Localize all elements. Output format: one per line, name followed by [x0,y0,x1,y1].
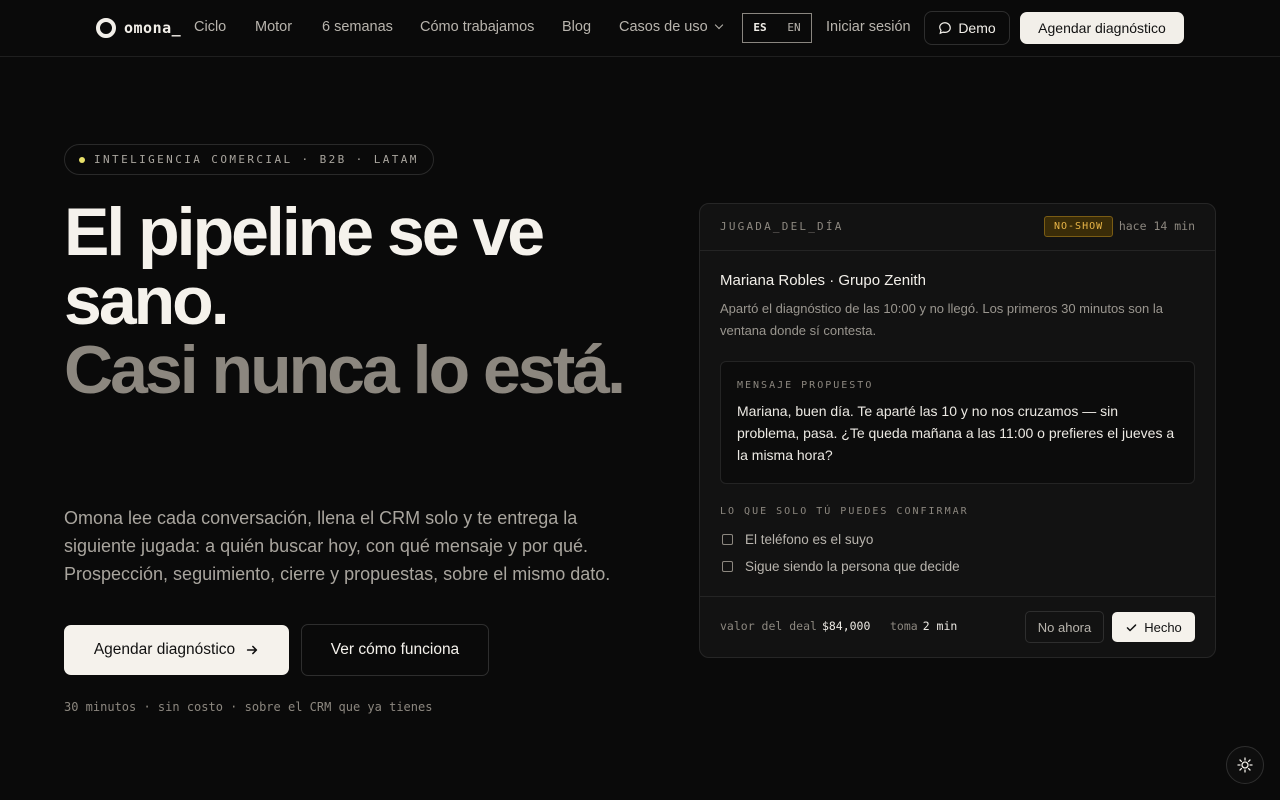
arrow-right-icon [246,645,258,655]
hero-footnote: 30 minutos · sin costo · sobre el CRM qu… [64,700,433,714]
time-estimate-value: 2 min [922,619,958,633]
lead-name: Mariana Robles · Grupo Zenith [720,272,926,289]
message-text: Mariana, buen día. Te aparté las 10 y no… [737,403,1175,463]
card-title: JUGADA_DEL_DÍA [720,220,844,233]
checkbox-icon[interactable] [722,534,733,545]
hecho-button[interactable]: Hecho [1112,612,1195,642]
chat-bubble-icon [939,22,952,35]
time-estimate: toma 2 min [890,619,957,633]
hero-eyebrow-pill: INTELIGENCIA COMERCIAL · B2B · LATAM [64,144,434,175]
language-switcher: ES EN [742,13,812,43]
checkbox-icon[interactable] [722,561,733,572]
hero-lead: Omona lee cada conversación, llena el CR… [64,508,611,584]
timestamp: hace 14 min [1118,219,1195,233]
hecho-label: Hecho [1144,619,1182,635]
demo-label: Demo [958,20,996,36]
casos-de-uso-label: Casos de uso [619,19,708,35]
cta-primary-label: Agendar diagnóstico [93,641,236,658]
deal-value-amount: $84,000 [821,619,871,633]
agendar-diagnostico-button[interactable]: Agendar diagnóstico [64,625,289,675]
message-label: MENSAJE PROPUESTO [737,380,874,391]
lang-en-button[interactable]: EN [777,14,811,42]
sun-icon [1237,757,1253,773]
checkbox-label: Sigue siendo la persona que decide [745,559,960,574]
lang-es-button[interactable]: ES [743,14,777,42]
nav-link-ciclo[interactable]: Ciclo [194,19,226,35]
headline-line-1: El pipeline se ve sano. [64,194,545,339]
nav-link-6-semanas[interactable]: 6 semanas [322,19,393,35]
nav-link-como-trabajamos[interactable]: Cómo trabajamos [420,19,534,35]
top-nav: omona_ Ciclo Motor 6 semanas Cómo trabaj… [0,0,1280,57]
nav-cta-button[interactable]: Agendar diagnóstico [1020,12,1184,44]
login-link[interactable]: Iniciar sesión [826,19,911,35]
headline-line-2: Casi nunca lo está. [64,332,626,408]
theme-toggle-button[interactable] [1226,746,1264,784]
logo-icon [96,18,116,38]
ver-como-funciona-button[interactable]: Ver cómo funciona [301,624,489,676]
deal-value: valor del deal $84,000 [720,619,870,633]
logo[interactable]: omona_ [96,17,181,39]
lead-description: Apartó el diagnóstico de las 10:00 y no … [720,301,1163,338]
card-footer: valor del deal $84,000 toma 2 min No ahora… [700,596,1215,657]
time-estimate-label: toma [890,619,918,633]
logo-text: omona_ [124,19,182,37]
deal-value-label: valor del deal [720,619,817,633]
jugada-del-dia-card: JUGADA_DEL_DÍA NO-SHOW hace 14 min Maria… [699,203,1216,658]
nav-link-motor[interactable]: Motor [255,19,292,35]
proposed-message-box: MENSAJE PROPUESTO Mariana, buen día. Te … [720,361,1195,484]
confirm-section-label: LO QUE SOLO TÚ PUEDES CONFIRMAR [720,506,969,517]
checkbox-decision-maker[interactable]: Sigue siendo la persona que decide [722,559,960,574]
checkbox-phone[interactable]: El teléfono es el suyo [722,532,873,547]
eyebrow-text: INTELIGENCIA COMERCIAL · B2B · LATAM [94,153,419,166]
hero-headline: El pipeline se ve sano. Casi nunca lo es… [64,198,664,405]
no-ahora-button[interactable]: No ahora [1025,611,1104,643]
card-header: JUGADA_DEL_DÍA NO-SHOW hace 14 min [700,204,1215,251]
demo-button[interactable]: Demo [924,11,1010,45]
status-dot [79,156,85,163]
checkbox-label: El teléfono es el suyo [745,532,874,547]
status-badge: NO-SHOW [1044,216,1114,237]
check-icon [1126,623,1137,631]
nav-link-blog[interactable]: Blog [562,19,591,35]
casos-de-uso-dropdown[interactable]: Casos de uso [619,19,723,35]
chevron-down-icon [714,20,723,30]
